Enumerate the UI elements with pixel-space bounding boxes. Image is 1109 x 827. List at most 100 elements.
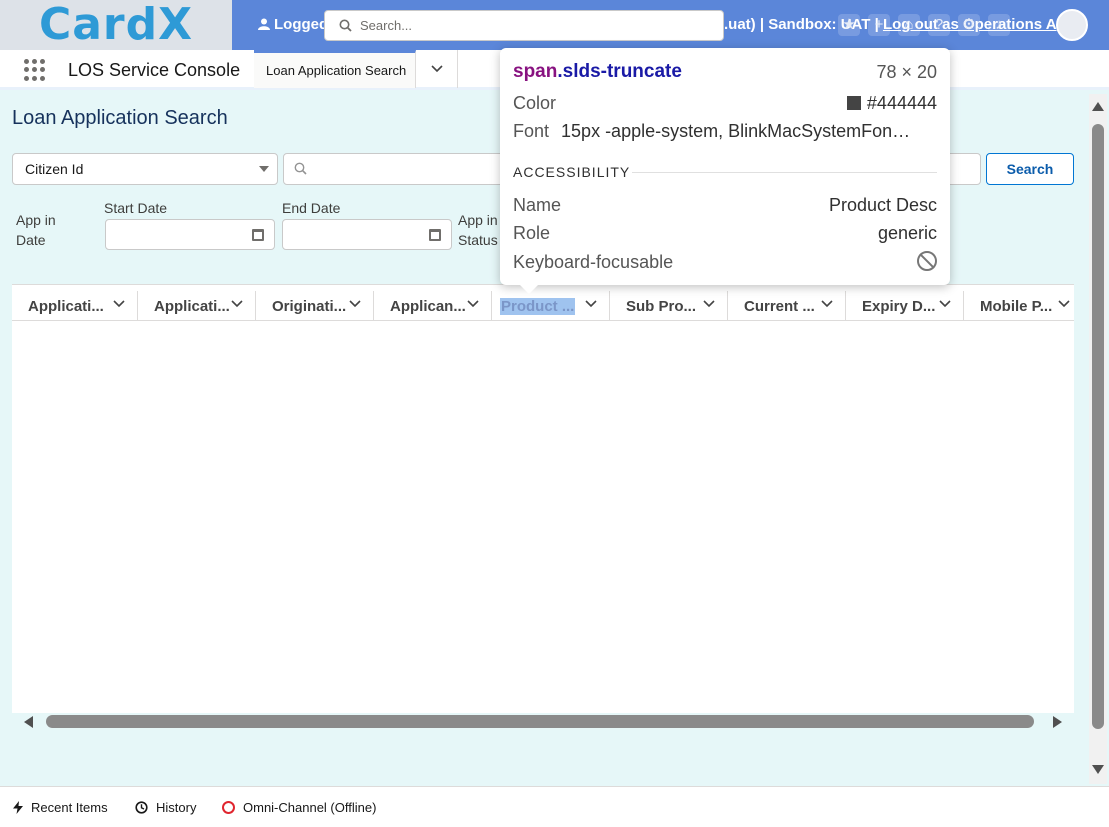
scroll-down-arrow-icon[interactable] (1092, 765, 1104, 774)
inspector-selector: span.slds-truncate (513, 61, 682, 83)
column-header-label: Originati... (272, 297, 347, 315)
chevron-down-icon[interactable] (113, 300, 125, 308)
color-value-text: #444444 (866, 93, 937, 113)
app-name: LOS Service Console (68, 60, 241, 80)
start-date-input[interactable] (105, 219, 275, 250)
chevron-down-icon[interactable] (467, 300, 479, 308)
logged-in-label: Logged (258, 16, 328, 33)
search-type-select[interactable]: Citizen Id (12, 153, 278, 185)
end-date-label: End Date (282, 200, 341, 216)
chevron-down-icon[interactable] (703, 300, 715, 308)
focusable-label: Keyboard-focusable (513, 252, 674, 272)
column-header[interactable]: Sub Pro... (610, 291, 728, 321)
end-date-input[interactable] (282, 219, 452, 250)
chevron-down-icon[interactable] (585, 300, 597, 308)
logged-in-text: Logged (274, 16, 329, 33)
color-label: Color (513, 93, 557, 113)
column-header[interactable]: Current ... (728, 291, 846, 321)
results-table: Applicati... Applicati... Originati... A… (12, 284, 1074, 733)
user-icon (258, 18, 270, 30)
favorites-icon[interactable]: ★ (838, 14, 860, 36)
selector-tag: span (513, 61, 558, 82)
column-header-label: Current ... (744, 297, 815, 315)
inspector-tooltip: span.slds-truncate 78 × 20 Color #444444… (500, 48, 950, 294)
vertical-scrollbar[interactable] (1089, 94, 1107, 784)
section-divider (632, 172, 937, 173)
logo-text: CardX (38, 0, 194, 50)
inspector-role-row: Role generic (513, 223, 937, 244)
column-header[interactable]: Mobile P... (964, 291, 1074, 321)
utility-history[interactable]: History (135, 800, 196, 815)
chevron-down-icon[interactable] (349, 300, 361, 308)
scroll-right-arrow-icon[interactable] (1053, 716, 1062, 728)
inspector-color-row: Color #444444 (513, 93, 937, 114)
font-value: 15px -apple-system, BlinkMacSystemFon… (561, 121, 911, 141)
chevron-down-icon[interactable] (1058, 300, 1070, 308)
scroll-left-arrow-icon[interactable] (24, 716, 33, 728)
not-focusable-icon (917, 251, 937, 271)
scroll-up-arrow-icon[interactable] (1092, 102, 1104, 111)
column-header-label: Expiry D... (862, 297, 936, 315)
chevron-down-icon (430, 65, 443, 73)
scrollbar-thumb[interactable] (46, 715, 1034, 728)
header-icon-group: ★ + ⌂ ? ⚙ ♪ (838, 14, 1010, 36)
column-header-label: Applicati... (154, 297, 230, 315)
omni-channel-label: Omni-Channel (Offline) (243, 800, 377, 815)
clock-icon (135, 801, 148, 814)
tab-loan-application-search[interactable]: Loan Application Search (254, 50, 416, 88)
column-header-product-desc[interactable]: Product ... (492, 291, 610, 321)
column-header[interactable]: Applican... (374, 291, 492, 321)
chevron-down-icon[interactable] (939, 300, 951, 308)
notifications-bell-icon[interactable]: ♪ (988, 14, 1010, 36)
name-value: Product Desc (828, 195, 937, 215)
column-header-label: Applicati... (28, 297, 104, 315)
inspector-font-row: Font 15px -apple-system, BlinkMacSystemFo… (513, 121, 937, 142)
calendar-icon[interactable] (252, 229, 264, 241)
offline-status-icon (222, 801, 235, 814)
global-search-input[interactable]: Search... (324, 10, 724, 41)
start-date-label: Start Date (104, 200, 168, 216)
column-header[interactable]: Originati... (256, 291, 374, 321)
column-header-label: Sub Pro... (626, 297, 697, 315)
column-header[interactable]: Applicati... (138, 291, 256, 321)
column-header[interactable]: Applicati... (12, 291, 138, 321)
inspector-dimensions: 78 × 20 (876, 62, 937, 82)
tab-menu-button[interactable] (416, 50, 458, 88)
role-label: Role (513, 223, 551, 243)
calendar-icon[interactable] (429, 229, 441, 241)
selector-class: .slds-truncate (557, 61, 682, 82)
column-header[interactable]: Expiry D... (846, 291, 964, 321)
app-launcher-icon[interactable] (24, 59, 46, 81)
lightning-icon (13, 801, 23, 814)
tab-label: Loan Application Search (266, 63, 407, 78)
search-type-value: Citizen Id (25, 161, 84, 177)
user-avatar[interactable] (1056, 9, 1088, 41)
chevron-down-icon[interactable] (231, 300, 243, 308)
utility-bar: Recent Items History Omni-Channel (Offli… (0, 786, 1109, 827)
color-value: #444444 (846, 93, 937, 114)
help-icon[interactable]: ? (928, 14, 950, 36)
setup-gear-icon[interactable]: ⚙ (958, 14, 980, 36)
scrollbar-thumb[interactable] (1092, 124, 1104, 729)
recent-items-label: Recent Items (31, 800, 108, 815)
horizontal-scrollbar[interactable] (12, 713, 1074, 733)
search-icon (294, 162, 307, 175)
global-search-placeholder: Search... (360, 18, 413, 33)
column-header-label: Product ... (500, 297, 576, 315)
inspector-focusable-row: Keyboard-focusable (513, 252, 937, 273)
search-button[interactable]: Search (986, 153, 1074, 185)
chevron-down-icon[interactable] (821, 300, 833, 308)
caret-down-icon (259, 166, 269, 172)
cardx-logo[interactable]: CardX (0, 0, 232, 50)
name-label: Name (513, 195, 562, 215)
trailhead-icon[interactable]: ⌂ (898, 14, 920, 36)
add-icon[interactable]: + (868, 14, 890, 36)
column-header-label: Applican... (390, 297, 466, 315)
column-header-label: Mobile P... (980, 297, 1053, 315)
search-icon (339, 19, 352, 32)
page-title: Loan Application Search (12, 107, 228, 129)
history-label: History (156, 800, 197, 815)
utility-omni-channel[interactable]: Omni-Channel (Offline) (222, 800, 376, 815)
accessibility-heading: ACCESSIBILITY (513, 164, 631, 180)
utility-recent-items[interactable]: Recent Items (13, 800, 108, 815)
